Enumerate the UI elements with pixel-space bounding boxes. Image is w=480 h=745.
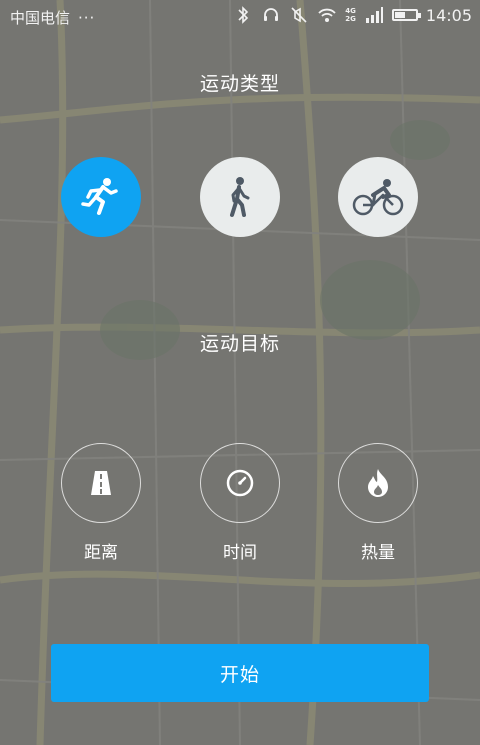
headphones-icon bbox=[264, 8, 279, 21]
notification-dots: ··· bbox=[78, 9, 96, 27]
distance-goal-label: 距离 bbox=[84, 543, 118, 563]
cycling-option-button[interactable] bbox=[338, 157, 418, 237]
start-button[interactable]: 开始 bbox=[51, 644, 429, 702]
clock-icon bbox=[226, 469, 254, 497]
status-time: 14:05 bbox=[425, 5, 472, 25]
network-top: 4G bbox=[345, 7, 356, 15]
time-goal-label: 时间 bbox=[223, 543, 257, 563]
running-option-button[interactable] bbox=[61, 157, 141, 237]
carrier-label: 中国电信 bbox=[10, 9, 71, 27]
dim-overlay bbox=[0, 0, 480, 745]
sport-goal-options: 距离 时间 热量 bbox=[0, 443, 480, 563]
carrier-name: 中国电信 ··· bbox=[10, 7, 95, 28]
wifi-icon bbox=[318, 8, 336, 22]
mute-icon bbox=[291, 7, 307, 23]
battery-fill bbox=[394, 12, 405, 18]
walking-option-button[interactable] bbox=[200, 157, 280, 237]
distance-goal-button[interactable] bbox=[61, 443, 141, 523]
bluetooth-icon bbox=[238, 6, 249, 24]
battery-icon bbox=[391, 9, 421, 21]
time-goal-button[interactable] bbox=[200, 443, 280, 523]
sport-type-title: 运动类型 bbox=[199, 73, 280, 95]
network-bottom: 2G bbox=[345, 15, 356, 23]
signal-icon bbox=[365, 7, 383, 23]
cycling-icon bbox=[352, 179, 404, 216]
sport-goal-title: 运动目标 bbox=[199, 333, 280, 355]
running-icon bbox=[81, 178, 118, 215]
flame-icon bbox=[368, 469, 388, 497]
calorie-goal-label: 热量 bbox=[361, 543, 395, 563]
status-bar: 中国电信 ··· 4G 2G 14:05 bbox=[0, 0, 480, 34]
status-icons: 4G 2G 14:05 bbox=[233, 5, 472, 25]
app-screen: 中国电信 ··· 4G 2G 14:05 运动类型 运动目标 距离 时间 热量 … bbox=[0, 0, 480, 745]
calorie-goal-button[interactable] bbox=[338, 443, 418, 523]
walking-icon bbox=[230, 177, 250, 217]
network-type: 4G 2G bbox=[345, 7, 356, 23]
road-icon bbox=[91, 471, 111, 495]
sport-type-options bbox=[0, 157, 480, 237]
